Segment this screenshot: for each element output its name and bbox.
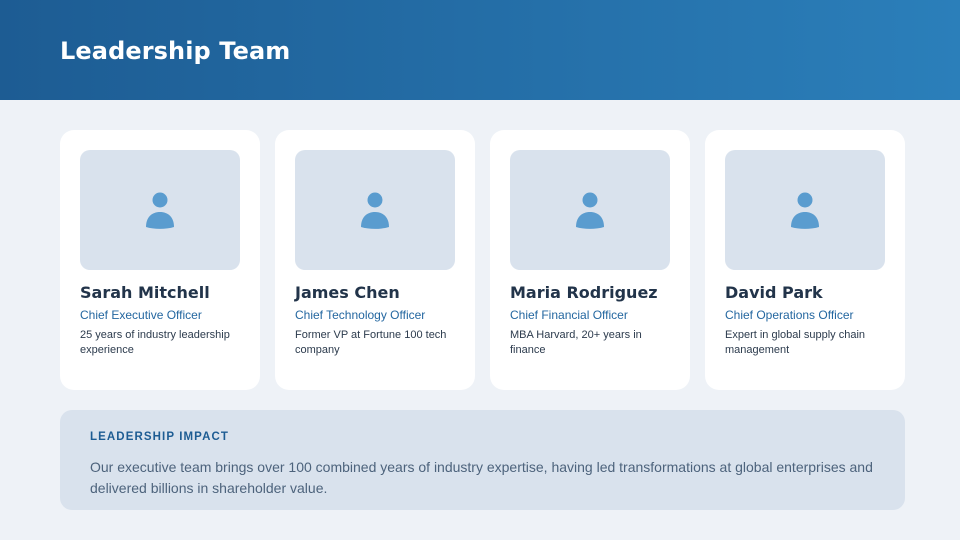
header-banner: Leadership Team xyxy=(0,0,960,100)
member-name: Maria Rodriguez xyxy=(510,283,658,302)
person-icon xyxy=(146,192,174,229)
member-name: James Chen xyxy=(295,283,400,302)
member-role: Chief Executive Officer xyxy=(80,308,202,322)
team-card-sarah-mitchell: Sarah Mitchell Chief Executive Officer 2… xyxy=(60,130,260,390)
member-bio: Former VP at Fortune 100 tech company xyxy=(295,329,447,356)
profile-photo-placeholder xyxy=(80,150,240,270)
leadership-impact-panel: LEADERSHIP IMPACT Our executive team bri… xyxy=(60,410,905,510)
profile-photo-placeholder xyxy=(510,150,670,270)
member-name: David Park xyxy=(725,283,823,302)
member-bio: MBA Harvard, 20+ years in finance xyxy=(510,329,642,356)
team-card-james-chen: James Chen Chief Technology Officer Form… xyxy=(275,130,475,390)
team-card-maria-rodriguez: Maria Rodriguez Chief Financial Officer … xyxy=(490,130,690,390)
member-role: Chief Technology Officer xyxy=(295,308,426,322)
impact-text: Our executive team brings over 100 combi… xyxy=(90,459,873,496)
member-bio: Expert in global supply chain management xyxy=(725,329,866,356)
profile-photo-placeholder xyxy=(725,150,885,270)
member-role: Chief Financial Officer xyxy=(510,308,628,322)
person-icon xyxy=(361,192,389,229)
profile-photo-placeholder xyxy=(295,150,455,270)
member-role: Chief Operations Officer xyxy=(725,308,854,322)
page-title: Leadership Team xyxy=(60,37,291,65)
member-bio: 25 years of industry leadership experien… xyxy=(80,329,230,356)
team-card-list: Sarah Mitchell Chief Executive Officer 2… xyxy=(60,130,905,390)
person-icon xyxy=(791,192,819,229)
team-card-david-park: David Park Chief Operations Officer Expe… xyxy=(705,130,905,390)
person-icon xyxy=(576,192,604,229)
impact-heading: LEADERSHIP IMPACT xyxy=(90,431,230,443)
member-name: Sarah Mitchell xyxy=(80,283,210,302)
